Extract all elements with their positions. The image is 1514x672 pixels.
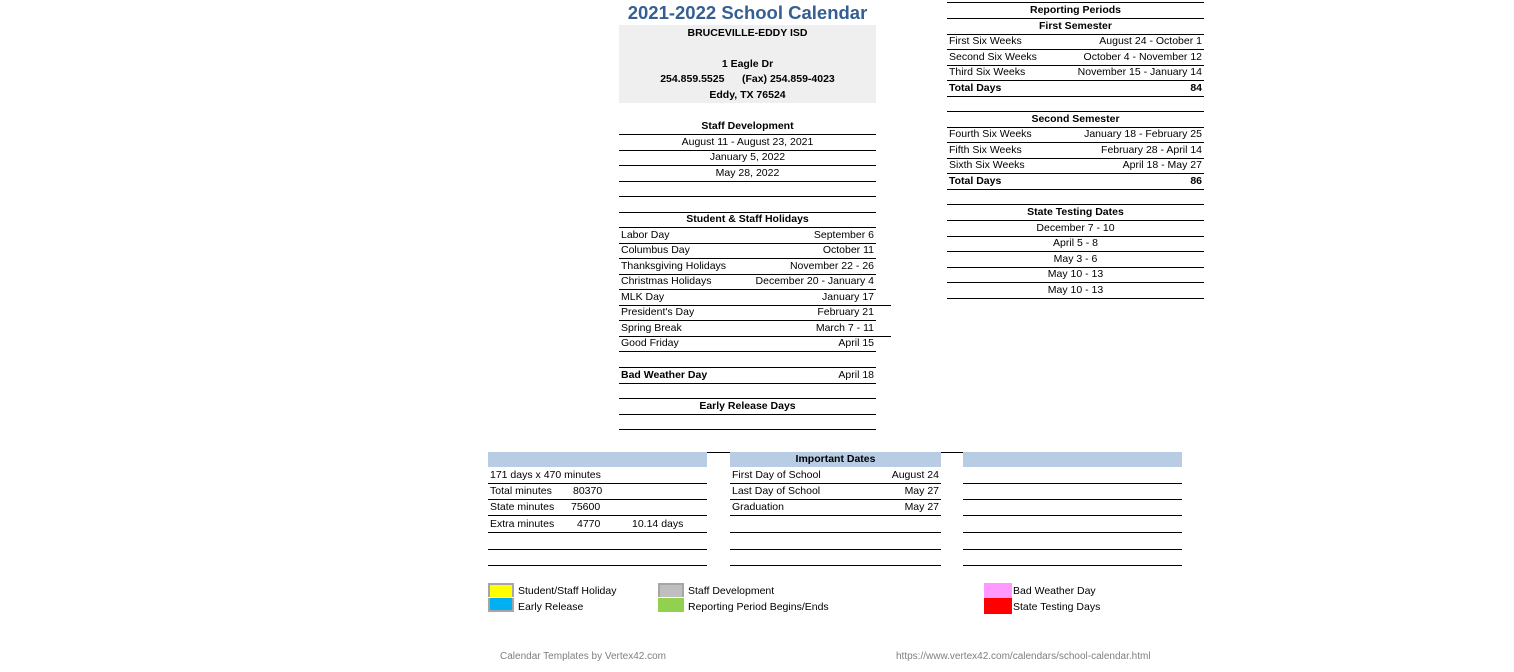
notes-row: [963, 484, 1182, 500]
holiday-row: Christmas Holidays December 20 - January …: [619, 274, 876, 290]
legend-swatch-bad-weather: [984, 583, 1012, 599]
period-row: First Six Weeks August 24 - October 1: [947, 34, 1204, 50]
state-testing-item: December 7 - 10: [947, 221, 1204, 237]
legend-label: Student/Staff Holiday: [518, 585, 617, 597]
holiday-row: MLK Day January 17: [619, 290, 891, 306]
notes-row: [963, 468, 1182, 484]
district-phones: 254.859.5525 (Fax) 254.859-4023: [619, 72, 876, 86]
state-testing-item: May 10 - 13: [947, 267, 1204, 283]
period-row: Sixth Six Weeks April 18 - May 27: [947, 158, 1204, 174]
important-date-row: [730, 517, 941, 533]
minutes-row: [488, 534, 707, 550]
legend-swatch-staff-development: [658, 583, 684, 597]
early-release-row: [619, 414, 876, 430]
legend-swatch-reporting-period: [658, 598, 684, 612]
state-testing-heading: State Testing Dates: [947, 205, 1204, 221]
minutes-header-bar: [488, 452, 707, 467]
footer-credit: Calendar Templates by Vertex42.com: [500, 651, 667, 662]
important-date-row: First Day of School August 24: [730, 468, 941, 484]
second-semester-total: Total Days 86: [947, 174, 1204, 190]
holidays-heading: Student & Staff Holidays: [619, 212, 876, 228]
legend-label: Staff Development: [688, 585, 775, 597]
district-phone: 254.859.5525: [660, 73, 725, 85]
notes-row: [963, 534, 1182, 550]
holiday-row: Good Friday April 15: [619, 336, 876, 352]
minutes-row: Total minutes 80370: [488, 484, 707, 500]
district-address: 1 Eagle Dr: [721, 58, 774, 70]
holiday-row: Spring Break March 7 - 11: [619, 321, 891, 337]
period-row: Third Six Weeks November 15 - January 14: [947, 65, 1204, 81]
period-row: Fifth Six Weeks February 28 - April 14: [947, 143, 1204, 159]
district-name: BRUCEVILLE-EDDY ISD: [687, 27, 808, 39]
district-info: BRUCEVILLE-EDDY ISD 1 Eagle Dr 254.859.5…: [619, 25, 876, 103]
notes-row: [963, 550, 1182, 566]
legend-label: Early Release: [518, 601, 584, 613]
legend-swatch-holiday: [488, 583, 514, 597]
state-testing-item: May 3 - 6: [947, 252, 1204, 268]
holiday-row: President's Day February 21: [619, 305, 876, 321]
first-semester-heading: First Semester: [947, 19, 1204, 35]
second-semester-heading: Second Semester: [947, 112, 1204, 128]
period-row: Fourth Six Weeks January 18 - February 25: [947, 127, 1204, 143]
legend-swatch-early-release: [488, 598, 514, 612]
holiday-row: Labor Day September 6: [619, 228, 876, 244]
legend-label: Reporting Period Begins/Ends: [688, 601, 829, 613]
notes-row: [963, 517, 1182, 533]
staff-development-heading: Staff Development: [619, 119, 876, 135]
staff-development-item: January 5, 2022: [619, 150, 876, 166]
holiday-row: Columbus Day October 11: [619, 243, 876, 259]
minutes-row: Extra minutes 4770 10.14 days: [488, 517, 707, 533]
important-date-row: Graduation May 27: [730, 500, 941, 516]
page-title: 2021-2022 School Calendar: [627, 2, 868, 23]
holiday-row: Thanksgiving Holidays November 22 - 26: [619, 259, 876, 275]
state-testing-item: April 5 - 8: [947, 236, 1204, 252]
important-date-row: [730, 534, 941, 550]
notes-header-bar: [963, 452, 1182, 467]
minutes-row: [488, 550, 707, 566]
staff-development-item: May 28, 2022: [619, 166, 876, 182]
important-date-row: Last Day of School May 27: [730, 484, 941, 500]
legend-label: State Testing Days: [1013, 601, 1101, 613]
period-row: Second Six Weeks October 4 - November 12: [947, 50, 1204, 66]
legend-swatch-state-testing: [984, 598, 1012, 614]
staff-development-item: August 11 - August 23, 2021: [619, 135, 876, 151]
staff-development-item: [619, 181, 876, 197]
state-testing-item: May 10 - 13: [947, 283, 1204, 299]
early-release-heading: Early Release Days: [619, 399, 876, 415]
minutes-row: State minutes 75600: [488, 500, 707, 516]
footer-url[interactable]: https://www.vertex42.com/calendars/schoo…: [896, 651, 1151, 663]
first-semester-total: Total Days 84: [947, 81, 1204, 97]
minutes-summary: 171 days x 470 minutes: [490, 469, 601, 481]
reporting-periods-heading: Reporting Periods: [947, 3, 1204, 19]
important-date-row: [730, 550, 941, 566]
bad-weather-row: Bad Weather Day April 18: [619, 368, 876, 384]
important-dates-heading: Important Dates: [730, 452, 941, 467]
district-fax: (Fax) 254.859-4023: [741, 73, 835, 85]
legend-label: Bad Weather Day: [1013, 585, 1096, 597]
staff-development-item: [619, 197, 876, 213]
district-city: Eddy, TX 76524: [709, 89, 786, 101]
notes-row: [963, 500, 1182, 516]
